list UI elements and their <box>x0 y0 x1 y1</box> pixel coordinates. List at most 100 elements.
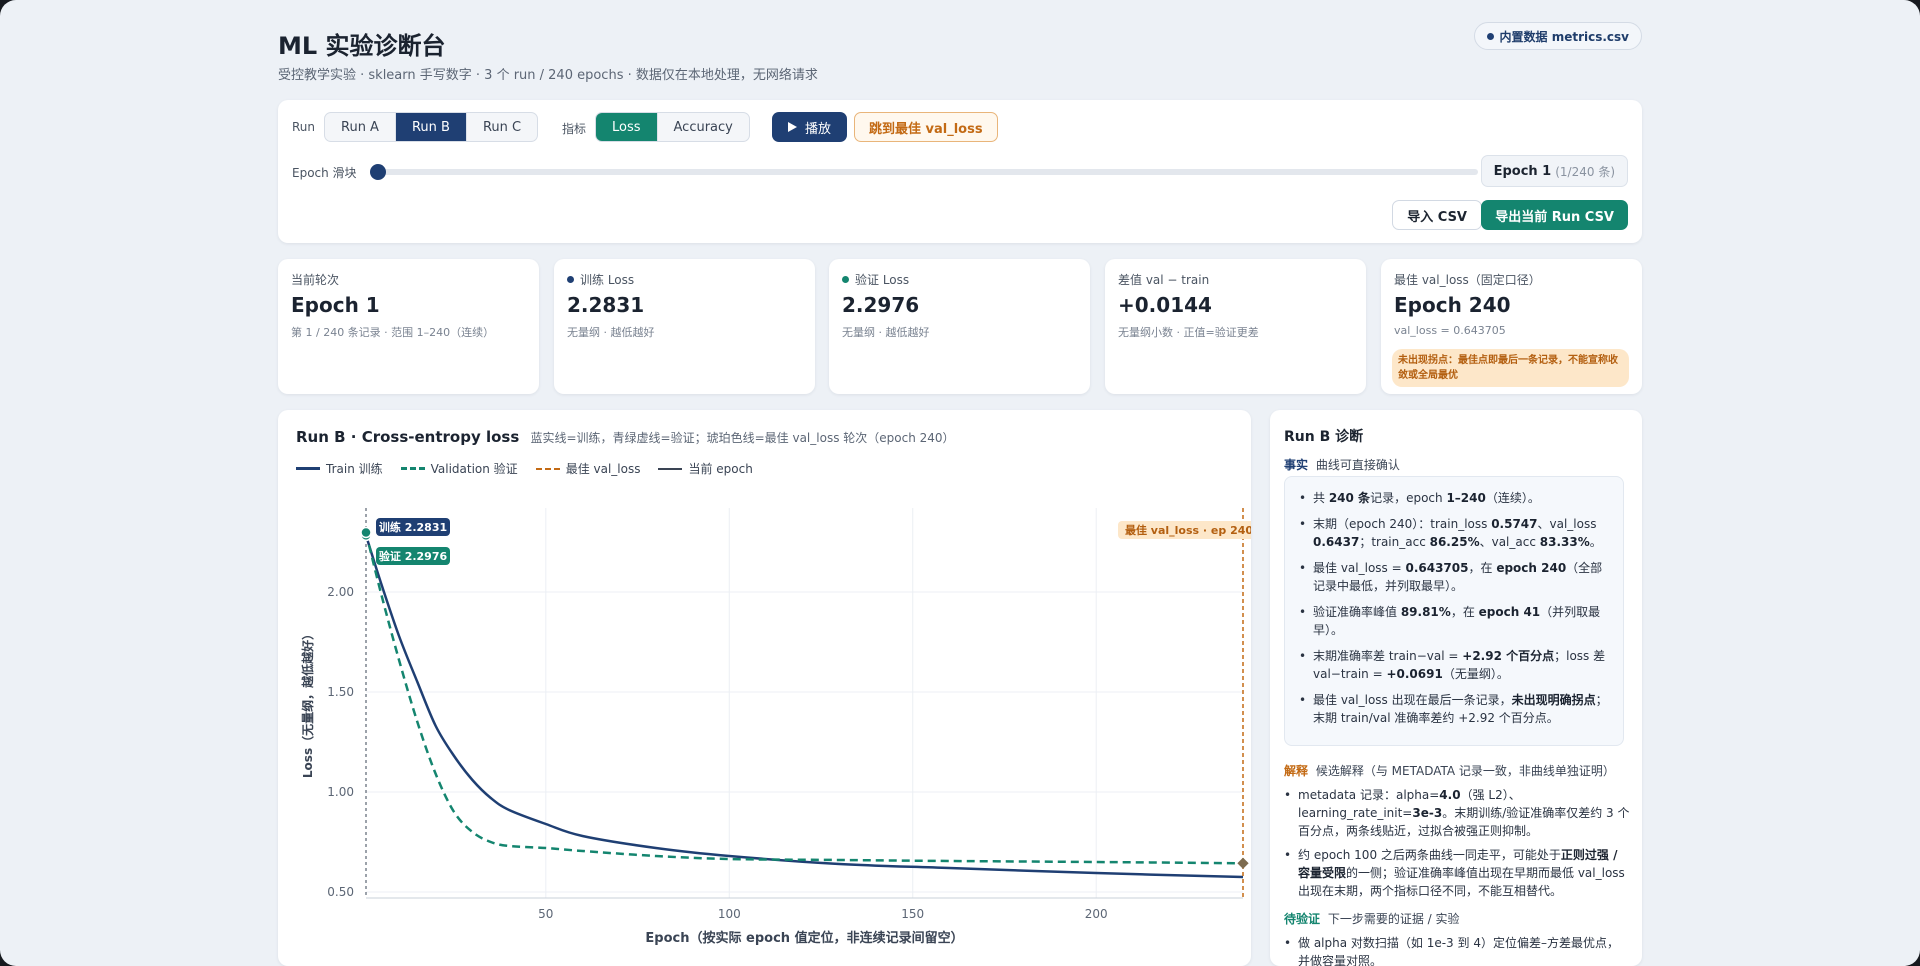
legend-val-label: Validation 验证 <box>430 462 518 476</box>
stat-value: 2.2831 <box>567 293 645 317</box>
legend-val: Validation 验证 <box>400 460 518 477</box>
epoch-display-count: (1/240 条) <box>1555 164 1615 179</box>
stat-label: 当前轮次 <box>291 271 339 288</box>
stat-sub: 无量纲 · 越低越好 <box>567 326 655 339</box>
facts-box: 共 240 条记录，epoch 1–240（连续）。末期（epoch 240）：… <box>1284 476 1624 746</box>
list-item: 做 alpha 对数扫描（如 1e-3 到 4）定位偏差–方差最优点，并做容量对… <box>1284 934 1630 966</box>
interp-heading: 解释 候选解释（与 METADATA 记录一致，非曲线单独证明） <box>1284 762 1615 779</box>
train-series-line <box>364 535 1244 879</box>
todo-list: 做 alpha 对数扫描（如 1e-3 到 4）定位偏差–方差最优点，并做容量对… <box>1284 934 1630 966</box>
y-tick-label: 1.00 <box>327 785 354 799</box>
data-source-badge: 内置数据 metrics.csv <box>1473 22 1642 50</box>
epoch-display: Epoch 1 (1/240 条) <box>1480 155 1628 187</box>
todo-heading: 待验证 下一步需要的证据 / 实验 <box>1284 910 1460 927</box>
stat-label: 差值 val − train <box>1118 271 1209 288</box>
val-dot-icon <box>842 276 849 283</box>
facts-heading: 事实 曲线可直接确认 <box>1284 456 1400 473</box>
legend-current: 当前 epoch <box>658 460 753 477</box>
no-inflection-warning: 未出现拐点：最佳点即最后一条记录，不能宣称收敛或全局最优 <box>1392 349 1629 387</box>
stat-label-text: 当前轮次 <box>291 273 340 287</box>
main-content: ML 实验诊断台 受控教学实验 · sklearn 手写数字 · 3 个 run… <box>278 0 1642 966</box>
stat-label-text: 差值 val − train <box>1118 273 1210 287</box>
val-series-line <box>364 532 1244 865</box>
x-tick-label: 200 <box>1085 907 1108 921</box>
legend-train-swatch <box>296 467 320 470</box>
epoch-slider-thumb[interactable] <box>370 164 386 180</box>
status-dot-icon <box>1486 32 1494 40</box>
list-item: metadata 记录：alpha=4.0（强 L2）、learning_rat… <box>1284 786 1630 840</box>
play-button[interactable]: 播放 <box>772 112 848 142</box>
page-title: ML 实验诊断台 <box>278 32 446 60</box>
run-a-button[interactable]: Run A <box>325 113 396 141</box>
x-tick-label: 100 <box>718 907 741 921</box>
play-icon <box>788 122 797 132</box>
jump-best-button[interactable]: 跳到最佳 val_loss <box>854 112 998 142</box>
metric-accuracy-button[interactable]: Accuracy <box>658 113 749 141</box>
x-tick-label: 150 <box>901 907 924 921</box>
legend-best-label: 最佳 val_loss <box>565 462 641 476</box>
list-item: 验证准确率峰值 89.81%，在 epoch 41（并列取最早）。 <box>1299 603 1613 639</box>
stat-card-best: 最佳 val_loss（固定口径） Epoch 240 val_loss = 0… <box>1381 259 1642 394</box>
facts-heading-text: 曲线可直接确认 <box>1315 458 1400 472</box>
import-csv-button[interactable]: 导入 CSV <box>1392 200 1482 230</box>
stat-value: Epoch 1 <box>291 293 380 317</box>
legend-best-swatch <box>535 467 560 470</box>
run-b-button[interactable]: Run B <box>395 113 467 141</box>
train-value-tag: 训练 2.2831 <box>379 520 447 534</box>
app-window: ML 实验诊断台 受控教学实验 · sklearn 手写数字 · 3 个 run… <box>0 0 1920 966</box>
legend-best: 最佳 val_loss <box>535 460 641 477</box>
metric-label: 指标 <box>562 122 587 136</box>
stat-value: Epoch 240 <box>1394 293 1511 317</box>
run-c-button[interactable]: Run C <box>467 113 537 141</box>
chart-note: 蓝实线=训练，青绿虚线=验证；琥珀色线=最佳 val_loss 轮次（epoch… <box>530 431 955 445</box>
interp-list: metadata 记录：alpha=4.0（强 L2）、learning_rat… <box>1284 786 1630 900</box>
stat-value: 2.2976 <box>842 293 920 317</box>
stat-card-val-loss: 验证 Loss 2.2976 无量纲 · 越低越好 <box>829 259 1090 394</box>
chart-legend: Train 训练 Validation 验证 最佳 val_loss 当前 ep… <box>296 460 753 477</box>
metric-loss-button[interactable]: Loss <box>596 113 658 141</box>
epoch-display-value: Epoch 1 <box>1493 163 1552 179</box>
stat-label: 训练 Loss <box>567 271 634 288</box>
todo-tag: 待验证 <box>1284 912 1321 926</box>
todo-heading-text: 下一步需要的证据 / 实验 <box>1327 912 1460 926</box>
legend-train-label: Train 训练 <box>326 462 383 476</box>
stat-card-train-loss: 训练 Loss 2.2831 无量纲 · 越低越好 <box>554 259 815 394</box>
export-csv-button[interactable]: 导出当前 Run CSV <box>1481 200 1628 230</box>
chart-title-text: Run B · Cross-entropy loss <box>296 428 520 446</box>
chart-title: Run B · Cross-entropy loss 蓝实线=训练，青绿虚线=验… <box>296 428 955 446</box>
stat-sub: 无量纲 · 越低越好 <box>842 326 930 339</box>
legend-current-label: 当前 epoch <box>688 462 753 476</box>
data-source-label: 内置数据 metrics.csv <box>1499 29 1629 44</box>
list-item: 末期（epoch 240）：train_loss 0.5747、val_loss… <box>1299 515 1613 551</box>
stat-sub: val_loss = 0.643705 <box>1394 324 1506 337</box>
todo-box: 做 alpha 对数扫描（如 1e-3 到 4）定位偏差–方差最优点，并做容量对… <box>1284 934 1630 966</box>
epoch-slider-track[interactable] <box>376 169 1478 175</box>
stat-label-text: 验证 Loss <box>855 273 910 287</box>
stat-label: 验证 Loss <box>842 271 909 288</box>
controls-panel: Run Run A Run B Run C 指标 Loss Accuracy 播… <box>278 100 1642 243</box>
run-selector: Run A Run B Run C <box>324 112 539 142</box>
x-axis-label: Epoch（按实际 epoch 值定位，非连续记录间留空） <box>645 930 963 946</box>
loss-chart-svg[interactable]: 0.50 1.00 1.50 2.00 50 100 150 200 Epoch（按实际 epo… <box>278 496 1251 966</box>
stat-card-gap: 差值 val − train +0.0144 无量纲小数 · 正值=验证更差 <box>1105 259 1366 394</box>
best-value-tag: 最佳 val_loss · ep 240 <box>1125 523 1251 537</box>
y-tick-label: 1.50 <box>327 685 354 699</box>
y-tick-label: 2.00 <box>327 585 354 599</box>
legend-train: Train 训练 <box>296 460 383 477</box>
interp-tag: 解释 <box>1284 764 1309 778</box>
legend-val-swatch <box>400 467 425 470</box>
interp-box: metadata 记录：alpha=4.0（强 L2）、learning_rat… <box>1284 786 1630 906</box>
list-item: 最佳 val_loss 出现在最后一条记录，未出现明确拐点；末期 train/v… <box>1299 691 1613 727</box>
stat-label-text: 训练 Loss <box>580 273 635 287</box>
diagnosis-title: Run B 诊断 <box>1284 429 1364 445</box>
list-item: 约 epoch 100 之后两条曲线一同走平，可能处于正则过强 / 容量受限的一… <box>1284 846 1630 900</box>
val-value-tag: 验证 2.2976 <box>379 549 448 563</box>
list-item: 共 240 条记录，epoch 1–240（连续）。 <box>1299 489 1613 507</box>
epoch-slider-label: Epoch 滑块 <box>292 166 357 180</box>
diagnosis-panel: Run B 诊断 事实 曲线可直接确认 共 240 条记录，epoch 1–24… <box>1270 410 1642 966</box>
page-header: ML 实验诊断台 受控教学实验 · sklearn 手写数字 · 3 个 run… <box>278 0 1642 100</box>
stat-value: +0.0144 <box>1118 293 1212 317</box>
stat-label: 最佳 val_loss（固定口径） <box>1394 271 1541 288</box>
stat-card-epoch: 当前轮次 Epoch 1 第 1 / 240 条记录 · 范围 1–240（连续… <box>278 259 539 394</box>
list-item: 最佳 val_loss = 0.643705，在 epoch 240（全部记录中… <box>1299 559 1613 595</box>
